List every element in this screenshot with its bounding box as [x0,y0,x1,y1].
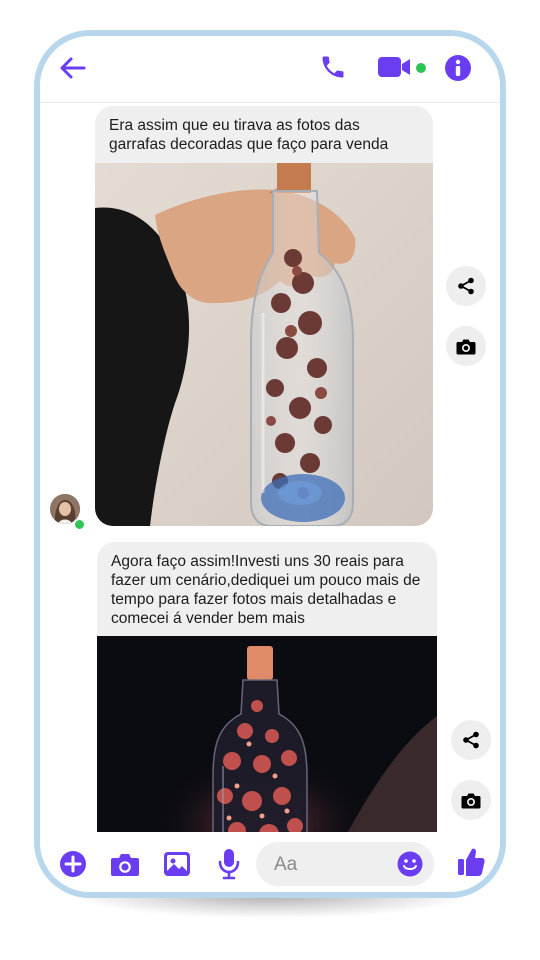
thumbs-up-icon[interactable] [457,847,485,877]
info-icon[interactable] [444,54,472,82]
share-button[interactable] [451,720,491,760]
camera-button[interactable] [446,326,486,366]
online-status-dot [73,518,86,531]
composer-bar [40,832,500,892]
camera-button[interactable] [451,780,491,820]
camera-icon[interactable] [110,852,140,877]
phone-frame: Era assim que eu tirava as fotos das gar… [34,30,506,898]
message-composer[interactable] [256,842,434,888]
message-text: Era assim que eu tirava as fotos das gar… [109,117,389,153]
back-arrow-icon[interactable] [58,56,86,80]
share-icon [458,277,474,295]
video-call-icon[interactable] [378,56,414,78]
chat-header [40,36,500,103]
phone-call-icon[interactable] [319,53,347,81]
message-input[interactable] [272,842,386,888]
plus-icon[interactable] [59,850,87,878]
microphone-icon[interactable] [218,848,240,880]
message-bubble[interactable]: Era assim que eu tirava as fotos das gar… [95,106,433,526]
video-online-dot [416,63,426,73]
message-text: Agora faço assim!Investi uns 30 reais pa… [111,553,421,627]
message-bubble[interactable]: Agora faço assim!Investi uns 30 reais pa… [97,542,437,852]
hand-holding-decorated-bottle-photo[interactable] [95,163,433,526]
share-button[interactable] [446,266,486,306]
emoji-icon[interactable] [397,851,423,877]
share-icon [463,731,479,749]
lit-bottle-dark-background-photo[interactable] [97,636,437,852]
gallery-icon[interactable] [163,851,191,877]
camera-icon [456,339,476,354]
camera-icon [461,793,481,808]
